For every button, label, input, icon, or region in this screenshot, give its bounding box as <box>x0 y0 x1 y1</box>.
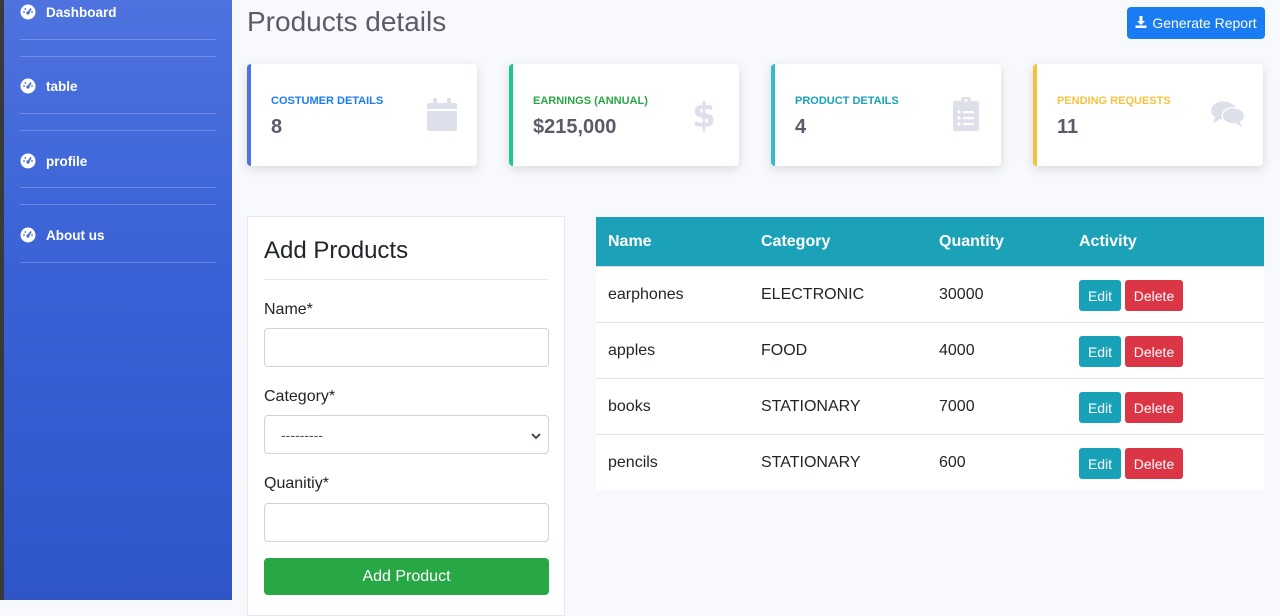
sidebar-item-label: profile <box>46 153 88 169</box>
cell-quantity: 600 <box>939 454 966 471</box>
sidebar-divider <box>20 187 216 188</box>
name-label: Name* <box>264 301 313 318</box>
quantity-label: Quanitiy* <box>264 475 329 492</box>
quantity-field[interactable] <box>264 503 549 542</box>
card-earnings: EARNINGS (ANNUAL) $215,000 $ <box>509 64 739 166</box>
add-product-form: Add Products Name* Category* --------- Q… <box>247 216 565 616</box>
header-activity: Activity <box>1079 233 1137 250</box>
table-row: earphones ELECTRONIC 30000 Edit Delete <box>596 267 1264 323</box>
page-title: Products details <box>247 6 447 37</box>
edit-button[interactable]: Edit <box>1079 392 1121 423</box>
sidebar-item-dashboard[interactable]: Dashboard <box>20 2 216 22</box>
sidebar-item-profile[interactable]: profile <box>20 151 216 171</box>
card-value: 4 <box>795 116 807 138</box>
sidebar-divider <box>20 39 216 40</box>
card-pending-requests: PENDING REQUESTS 11 <box>1033 64 1263 166</box>
sidebar-item-about-us[interactable]: About us <box>20 225 216 245</box>
clipboard-list-icon <box>949 96 983 132</box>
cell-category: STATIONARY <box>761 454 861 471</box>
sidebar: Dashboard table profile About us <box>4 0 232 600</box>
cell-category: FOOD <box>761 342 808 359</box>
table-row: pencils STATIONARY 600 Edit Delete <box>596 435 1264 490</box>
tachometer-icon <box>20 78 36 94</box>
category-selected-value: --------- <box>281 426 323 443</box>
sidebar-divider <box>20 113 216 114</box>
products-table: Name Category Quantity Activity earphone… <box>596 217 1264 490</box>
table-row: books STATIONARY 7000 Edit Delete <box>596 379 1264 435</box>
card-label: EARNINGS (ANNUAL) <box>533 95 648 107</box>
card-product-details: PRODUCT DETAILS 4 <box>771 64 1001 166</box>
chevron-down-icon <box>530 429 542 445</box>
name-field[interactable] <box>264 328 549 367</box>
table-row: apples FOOD 4000 Edit Delete <box>596 323 1264 379</box>
card-value: $215,000 <box>533 116 617 138</box>
edit-button[interactable]: Edit <box>1079 336 1121 367</box>
delete-button[interactable]: Delete <box>1125 448 1183 479</box>
header-name: Name <box>608 233 652 250</box>
cell-category: STATIONARY <box>761 398 861 415</box>
cell-name: apples <box>608 342 656 359</box>
delete-button[interactable]: Delete <box>1125 336 1183 367</box>
header-category: Category <box>761 233 831 250</box>
cell-category: ELECTRONIC <box>761 286 865 303</box>
cell-name: pencils <box>608 454 658 471</box>
sidebar-item-label: Dashboard <box>46 4 117 20</box>
sidebar-divider <box>20 262 216 263</box>
form-title: Add Products <box>264 237 409 264</box>
sidebar-item-label: table <box>46 78 78 94</box>
generate-report-button[interactable]: Generate Report <box>1127 7 1265 39</box>
comments-icon <box>1211 96 1245 132</box>
delete-button[interactable]: Delete <box>1125 392 1183 423</box>
generate-report-label: Generate Report <box>1152 15 1257 31</box>
cell-quantity: 4000 <box>939 342 975 359</box>
delete-button[interactable]: Delete <box>1125 280 1183 311</box>
card-value: 8 <box>271 116 283 138</box>
category-select[interactable]: --------- <box>264 415 549 454</box>
download-icon <box>1135 15 1147 31</box>
sidebar-divider <box>20 204 216 205</box>
cell-name: books <box>608 398 651 415</box>
sidebar-divider <box>20 56 216 57</box>
svg-text:$: $ <box>693 96 715 132</box>
cell-name: earphones <box>608 286 684 303</box>
edit-button[interactable]: Edit <box>1079 448 1121 479</box>
sidebar-divider <box>20 130 216 131</box>
tachometer-icon <box>20 227 36 243</box>
table-header: Name Category Quantity Activity <box>596 217 1264 267</box>
cell-quantity: 30000 <box>939 286 984 303</box>
tachometer-icon <box>20 4 36 20</box>
card-customer-details: COSTUMER DETAILS 8 <box>247 64 477 166</box>
card-label: PENDING REQUESTS <box>1057 95 1171 107</box>
tachometer-icon <box>20 153 36 169</box>
card-label: COSTUMER DETAILS <box>271 95 384 107</box>
card-label: PRODUCT DETAILS <box>795 95 899 107</box>
sidebar-item-table[interactable]: table <box>20 76 216 96</box>
form-divider <box>264 279 548 280</box>
edit-button[interactable]: Edit <box>1079 280 1121 311</box>
calendar-icon <box>425 96 459 132</box>
cell-quantity: 7000 <box>939 398 975 415</box>
category-label: Category* <box>264 388 336 405</box>
header-quantity: Quantity <box>939 233 1004 250</box>
add-product-button[interactable]: Add Product <box>264 558 549 595</box>
card-value: 11 <box>1057 116 1079 138</box>
sidebar-item-label: About us <box>46 227 105 243</box>
dollar-icon: $ <box>687 96 721 132</box>
